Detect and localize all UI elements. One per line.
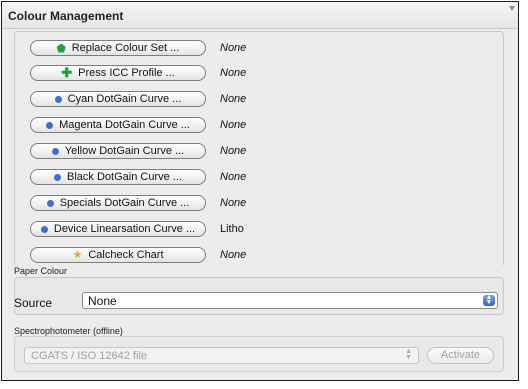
button-label: Device Linearsation Curve ...	[53, 223, 196, 235]
replace-colour-set-value: None	[220, 42, 247, 54]
magenta-dotgain-row: Magenta DotGain Curve ... None	[30, 117, 290, 135]
specials-dotgain-value: None	[220, 197, 247, 209]
calcheck-chart-row: ★ Calcheck Chart None	[30, 247, 290, 265]
button-label: Replace Colour Set ...	[71, 42, 180, 54]
spectrophotometer-label: Spectrophotometer (offline)	[14, 326, 123, 336]
select-stepper-icon: ▲ ▼	[405, 348, 412, 361]
blue-dot-icon	[54, 173, 62, 181]
button-label: Specials DotGain Curve ...	[59, 197, 190, 209]
green-plus-icon: ✚	[61, 65, 73, 80]
cyan-dotgain-curve-button[interactable]: Cyan DotGain Curve ...	[30, 91, 206, 107]
calcheck-chart-button[interactable]: ★ Calcheck Chart	[30, 247, 206, 263]
replace-colour-set-row: Replace Colour Set ... None	[30, 40, 290, 58]
button-label: Black DotGain Curve ...	[67, 171, 182, 183]
press-icc-profile-row: ✚ Press ICC Profile ... None	[30, 65, 290, 83]
device-linearisation-value: Litho	[220, 223, 244, 235]
yellow-dotgain-curve-button[interactable]: Yellow DotGain Curve ...	[30, 143, 206, 159]
blue-dot-icon	[51, 147, 59, 155]
cyan-dotgain-row: Cyan DotGain Curve ... None	[30, 91, 290, 109]
panel-title: Colour Management	[8, 9, 124, 23]
button-label: Cyan DotGain Curve ...	[67, 93, 182, 105]
collapse-arrow-icon[interactable]	[509, 6, 515, 11]
specials-dotgain-curve-button[interactable]: Specials DotGain Curve ...	[30, 195, 206, 211]
yellow-dotgain-value: None	[220, 145, 247, 157]
black-dotgain-value: None	[220, 171, 247, 183]
press-icc-profile-value: None	[220, 67, 247, 79]
activate-button[interactable]: Activate	[427, 347, 494, 364]
specials-dotgain-row: Specials DotGain Curve ... None	[30, 195, 290, 213]
press-icc-profile-button[interactable]: ✚ Press ICC Profile ...	[30, 65, 206, 81]
panel-header: Colour Management	[2, 2, 518, 29]
button-label: Press ICC Profile ...	[78, 67, 175, 79]
blue-dot-icon	[46, 121, 54, 129]
spectro-format-value: CGATS / ISO 12642 file	[31, 350, 147, 362]
black-dotgain-row: Black DotGain Curve ... None	[30, 169, 290, 187]
source-label: Source	[14, 296, 53, 310]
blue-dot-icon	[46, 199, 54, 207]
device-linearisation-curve-button[interactable]: Device Linearsation Curve ...	[30, 221, 206, 237]
cyan-dotgain-value: None	[220, 93, 247, 105]
button-label: Calcheck Chart	[88, 249, 164, 261]
yellow-dotgain-row: Yellow DotGain Curve ... None	[30, 143, 290, 161]
device-linearisation-row: Device Linearsation Curve ... Litho	[30, 221, 290, 239]
black-dotgain-curve-button[interactable]: Black DotGain Curve ...	[30, 169, 206, 185]
magenta-dotgain-value: None	[220, 119, 247, 131]
paper-colour-label: Paper Colour	[14, 266, 68, 276]
orange-star-icon: ★	[72, 249, 83, 261]
magenta-dotgain-curve-button[interactable]: Magenta DotGain Curve ...	[30, 117, 206, 133]
select-stepper-icon: ▲ ▼	[483, 294, 495, 306]
source-select-value: None	[88, 294, 117, 308]
button-label: Magenta DotGain Curve ...	[59, 119, 190, 131]
blue-dot-icon	[54, 95, 62, 103]
spectro-format-select[interactable]: CGATS / ISO 12642 file ▲ ▼	[24, 347, 419, 364]
green-pentagon-icon	[56, 43, 66, 53]
button-label: Yellow DotGain Curve ...	[64, 145, 185, 157]
calcheck-chart-value: None	[220, 249, 247, 261]
blue-dot-icon	[40, 225, 48, 233]
source-select[interactable]: None ▲ ▼	[82, 292, 498, 309]
replace-colour-set-button[interactable]: Replace Colour Set ...	[30, 40, 206, 56]
